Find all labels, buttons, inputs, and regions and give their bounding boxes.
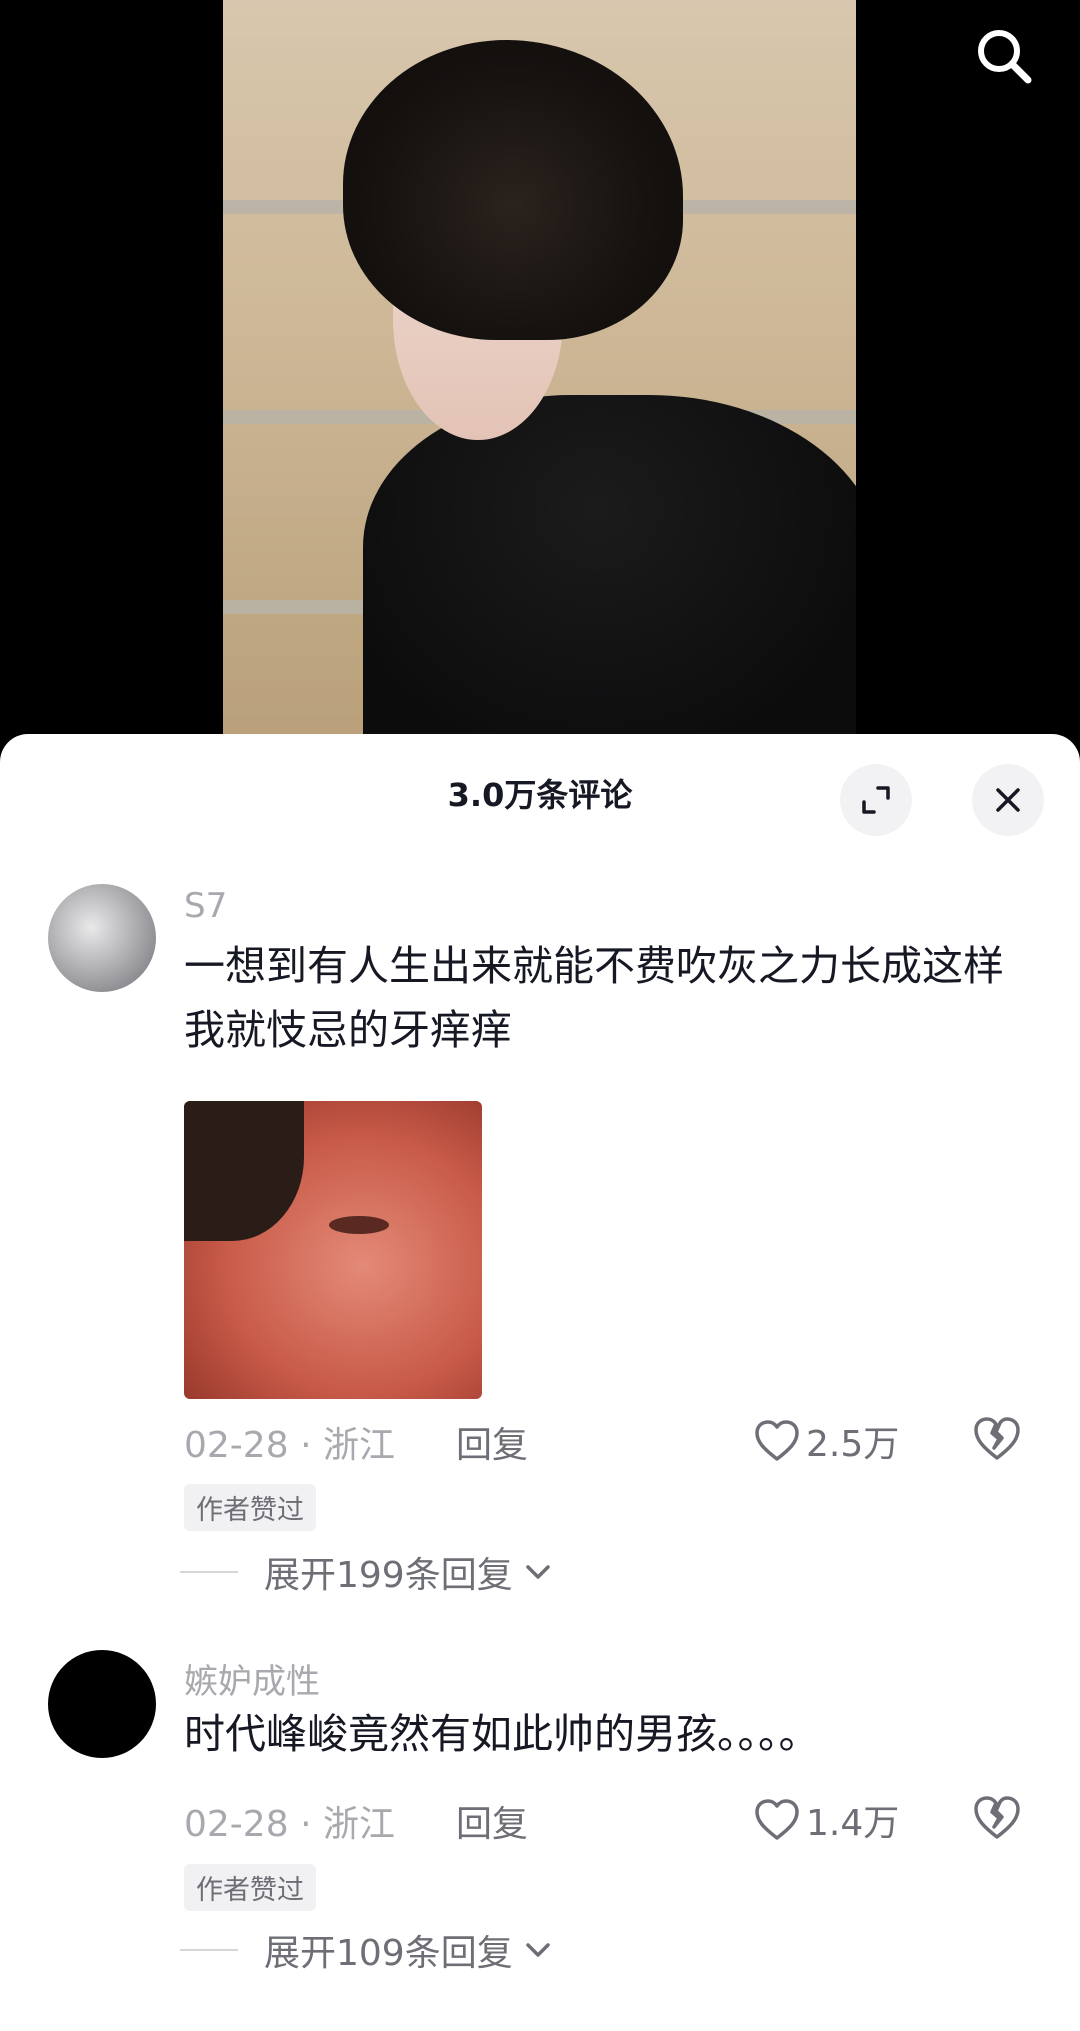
close-button[interactable]: [972, 764, 1044, 836]
avatar[interactable]: [48, 884, 156, 992]
expand-icon: [862, 786, 890, 814]
video-player[interactable]: [0, 0, 1080, 740]
search-button[interactable]: [972, 24, 1036, 88]
video-frame: [223, 0, 856, 740]
comment-location: 浙江: [322, 1425, 395, 1466]
author-liked-badge: 作者赞过: [184, 1484, 316, 1531]
expand-replies-button[interactable]: 展开109条回复: [180, 1924, 555, 1976]
like-count: 1.4万: [806, 1803, 900, 1844]
comment-image[interactable]: [184, 1101, 482, 1399]
like-count: 2.5万: [806, 1424, 900, 1465]
broken-heart-icon: [974, 1417, 1020, 1460]
comment-meta: 02-28 · 浙江: [184, 1416, 395, 1468]
search-icon: [978, 30, 1032, 84]
meta-separator: ·: [300, 1804, 312, 1845]
comment-location: 浙江: [322, 1804, 395, 1845]
heart-icon: [755, 1420, 799, 1461]
comment-username[interactable]: 嫉妒成性: [184, 1654, 320, 1703]
like-button[interactable]: 2.5万: [754, 1415, 899, 1467]
comment-date: 02-28: [184, 1425, 289, 1466]
person-hoodie: [363, 395, 856, 740]
comment-username[interactable]: S7: [184, 886, 227, 926]
dislike-button[interactable]: [972, 1414, 1022, 1464]
comment-meta: 02-28 · 浙江: [184, 1795, 395, 1847]
comment-count-title: 3.0万条评论: [447, 776, 633, 814]
like-button[interactable]: 1.4万: [754, 1794, 899, 1846]
expand-replies-button[interactable]: 展开199条回复: [180, 1546, 555, 1598]
comment-text: 一想到有人生出来就能不费吹灰之力长成这样我就忮忌的牙痒痒: [184, 942, 1004, 1054]
divider-line: [180, 1949, 238, 1951]
dislike-button[interactable]: [972, 1793, 1022, 1843]
person-hair: [343, 40, 683, 340]
expand-replies-label: 展开199条回复: [264, 1555, 513, 1596]
reply-button[interactable]: 回复: [456, 1416, 528, 1468]
comment-sheet: 3.0万条评论 S7 一想到有人生出来就能不费吹灰之力长成这样我就忮忌的牙痒痒 …: [0, 734, 1080, 2031]
comment-date: 02-28: [184, 1804, 289, 1845]
heart-icon: [755, 1799, 799, 1840]
meta-separator: ·: [300, 1425, 312, 1466]
chevron-down-icon: [525, 1943, 550, 1957]
avatar[interactable]: [48, 1650, 156, 1758]
reply-button[interactable]: 回复: [456, 1795, 528, 1847]
broken-heart-icon: [974, 1796, 1020, 1839]
chevron-down-icon: [525, 1565, 550, 1579]
expand-replies-label: 展开109条回复: [264, 1933, 513, 1974]
divider-line: [180, 1571, 238, 1573]
author-liked-badge: 作者赞过: [184, 1864, 316, 1911]
comment-text: 时代峰峻竟然有如此帅的男孩。。。。: [184, 1710, 820, 1758]
expand-button[interactable]: [840, 764, 912, 836]
close-icon: [996, 788, 1020, 812]
